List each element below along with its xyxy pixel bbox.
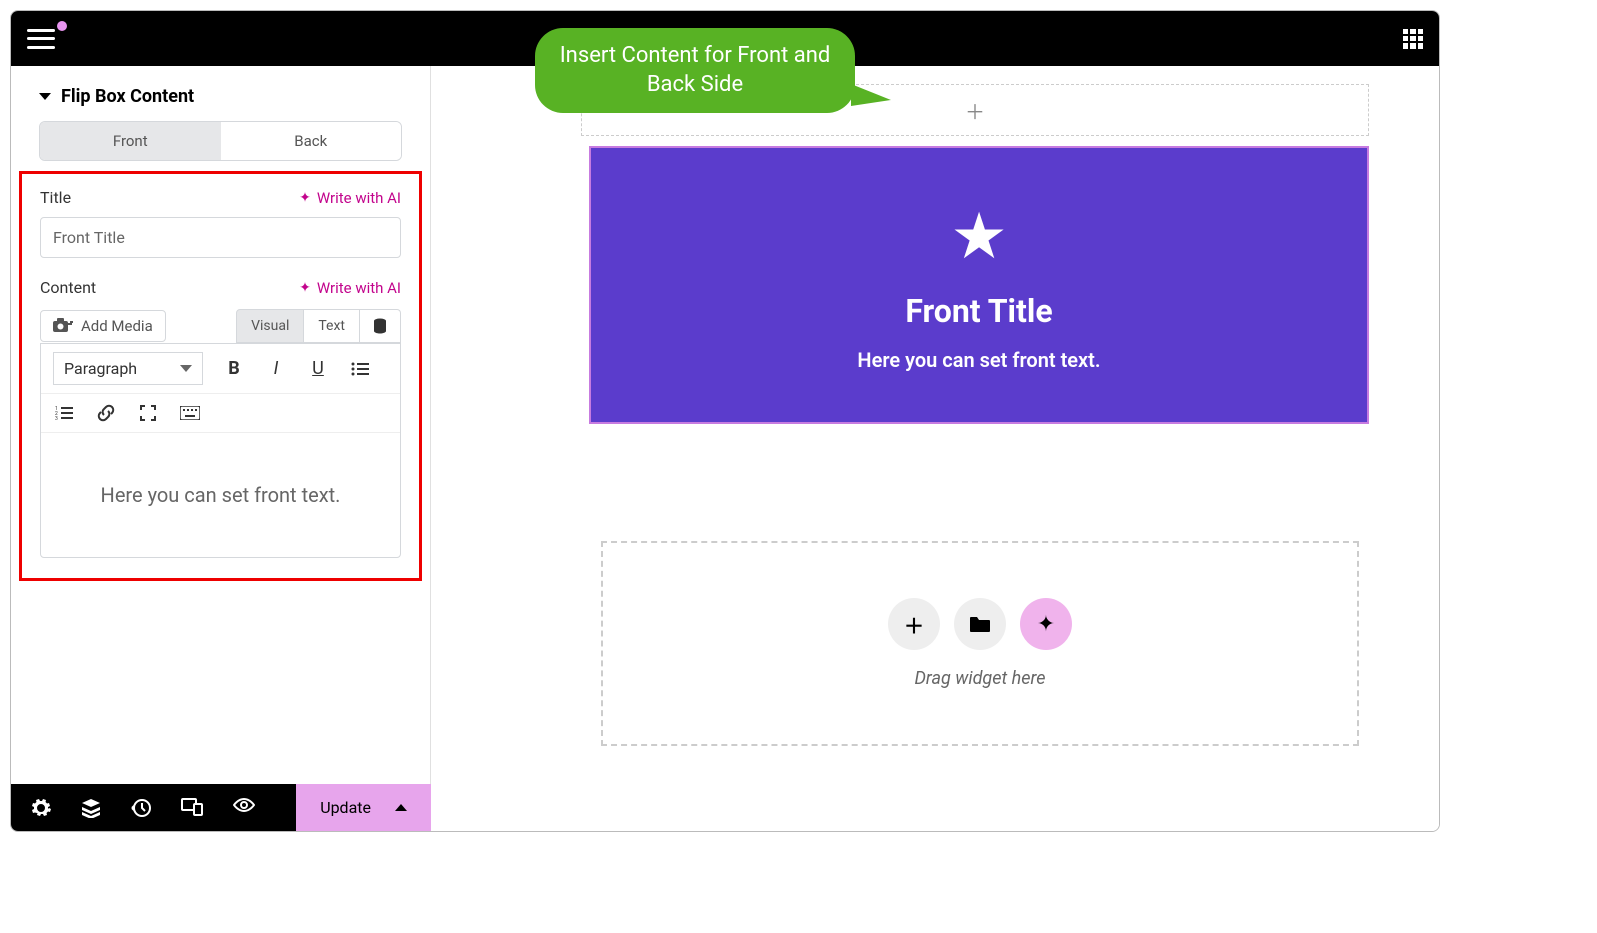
underline-button[interactable]: U xyxy=(307,358,329,380)
dropzone-label: Drag widget here xyxy=(914,668,1045,689)
widget-dropzone[interactable]: ＋ ✦ Drag widget here xyxy=(601,541,1359,746)
tab-front[interactable]: Front xyxy=(40,122,221,160)
bold-button[interactable]: B xyxy=(223,358,245,380)
title-input[interactable] xyxy=(40,217,401,258)
camera-icon xyxy=(53,318,73,334)
section-toggle[interactable]: Flip Box Content xyxy=(11,66,430,121)
callout-tail xyxy=(851,84,891,106)
folder-button[interactable] xyxy=(954,598,1006,650)
update-button[interactable]: Update xyxy=(296,784,431,831)
flipbox-title: Front Title xyxy=(905,292,1052,330)
flipbox-text: Here you can set front text. xyxy=(857,348,1100,372)
chevron-up-icon xyxy=(395,804,407,811)
mode-database-icon[interactable] xyxy=(360,309,401,343)
annotation-callout: Insert Content for Front and Back Side xyxy=(535,28,855,113)
notification-dot xyxy=(57,21,67,31)
content-ai-link[interactable]: ✦ Write with AI xyxy=(299,279,401,297)
front-back-tabs: Front Back xyxy=(39,121,402,161)
numbered-list-button[interactable]: 123 xyxy=(53,402,75,424)
menu-icon[interactable] xyxy=(27,29,55,49)
highlighted-settings-area: Title ✦ Write with AI Content ✦ Write wi… xyxy=(19,171,422,581)
italic-button[interactable]: I xyxy=(265,358,287,380)
paragraph-select[interactable]: Paragraph xyxy=(53,352,203,385)
fullscreen-button[interactable] xyxy=(137,402,159,424)
mode-visual[interactable]: Visual xyxy=(236,309,304,343)
settings-sidebar: Flip Box Content Front Back Title ✦ Writ… xyxy=(11,66,431,784)
ai-button[interactable]: ✦ xyxy=(1020,598,1072,650)
apps-grid-icon[interactable] xyxy=(1403,29,1423,49)
star-icon: ★ xyxy=(950,199,1007,274)
add-widget-button[interactable]: ＋ xyxy=(888,598,940,650)
link-button[interactable] xyxy=(95,402,117,424)
editor-bottombar: Update xyxy=(11,784,431,831)
content-label: Content xyxy=(40,278,96,297)
sparkle-icon: ✦ xyxy=(299,190,311,206)
section-title: Flip Box Content xyxy=(61,86,194,107)
settings-icon[interactable] xyxy=(31,798,51,818)
preview-icon[interactable] xyxy=(233,798,255,818)
bullet-list-button[interactable] xyxy=(349,358,371,380)
preview-canvas: ＋ ★ Front Title Here you can set front t… xyxy=(431,66,1439,831)
title-ai-link[interactable]: ✦ Write with AI xyxy=(299,189,401,207)
add-media-button[interactable]: Add Media xyxy=(40,310,166,342)
plus-icon: ＋ xyxy=(965,96,985,125)
sparkle-icon: ✦ xyxy=(299,280,311,296)
responsive-icon[interactable] xyxy=(181,798,203,818)
tab-back[interactable]: Back xyxy=(221,122,402,160)
keyboard-button[interactable] xyxy=(179,402,201,424)
mode-text[interactable]: Text xyxy=(304,309,360,343)
chevron-down-icon xyxy=(180,365,192,372)
caret-down-icon xyxy=(39,93,51,100)
sparkle-icon: ✦ xyxy=(1037,612,1055,637)
editor-content[interactable]: Here you can set front text. xyxy=(41,433,400,557)
layers-icon[interactable] xyxy=(81,798,101,818)
title-label: Title xyxy=(40,188,71,207)
rich-text-editor: Paragraph B I U 123 xyxy=(40,343,401,558)
history-icon[interactable] xyxy=(131,798,151,818)
svg-text:3: 3 xyxy=(55,416,58,420)
flipbox-preview[interactable]: ★ Front Title Here you can set front tex… xyxy=(589,146,1369,424)
